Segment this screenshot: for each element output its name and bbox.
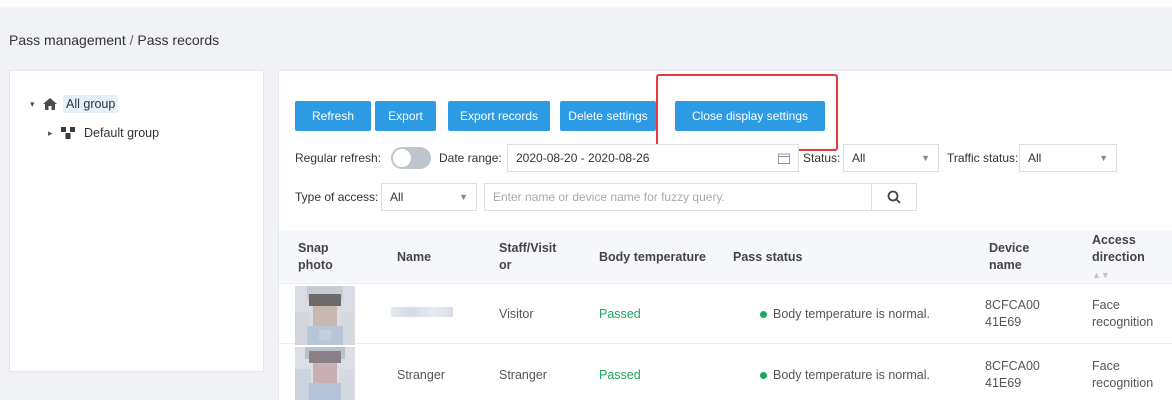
status-dot [760, 372, 767, 380]
breadcrumb-separator: / [129, 32, 134, 48]
table-row[interactable]: Visitor Passed Body temperature is norma… [279, 284, 1172, 346]
snap-photo-image[interactable] [295, 347, 355, 400]
table-row[interactable]: Stranger Stranger Passed Body temperatur… [279, 345, 1172, 400]
caret-down-icon[interactable]: ▾ [30, 99, 42, 110]
breadcrumb-section[interactable]: Pass management [9, 32, 126, 48]
traffic-status-select[interactable]: All ▼ [1019, 144, 1117, 172]
cell-pass-status: Body temperature is normal. [760, 367, 930, 384]
breadcrumb: Pass management / Pass records [9, 32, 219, 48]
breadcrumb-page: Pass records [137, 32, 220, 48]
status-select[interactable]: All ▼ [843, 144, 939, 172]
cell-body-temperature: Passed [599, 307, 641, 321]
tree-item-all-group[interactable]: ▾ All group [30, 95, 119, 113]
status-dot [760, 311, 767, 319]
cell-access-direction: Face recognition [1092, 359, 1154, 390]
refresh-button[interactable]: Refresh [295, 101, 371, 131]
header-snap-photo: Snap photo [298, 241, 333, 272]
traffic-status-value: All [1028, 151, 1042, 165]
cell-access-direction: Face recognition [1092, 298, 1154, 329]
header-access-direction-label: Access direction [1092, 233, 1145, 264]
home-icon [43, 98, 57, 110]
cell-device-name: 8CFCA0041E69 [985, 298, 1040, 329]
type-of-access-select[interactable]: All ▼ [381, 183, 477, 211]
table-header: Snap photo Name Staff/Visitor Body tempe… [279, 230, 1172, 284]
name-redacted [391, 307, 453, 317]
delete-settings-button[interactable]: Delete settings [560, 101, 656, 131]
search-placeholder: Enter name or device name for fuzzy quer… [493, 190, 725, 204]
header-pass-status: Pass status [733, 250, 803, 264]
export-records-button[interactable]: Export records [448, 101, 550, 131]
calendar-icon [778, 153, 790, 164]
chevron-down-icon: ▼ [1099, 153, 1108, 163]
type-of-access-label: Type of access: [295, 190, 379, 204]
chevron-down-icon: ▼ [921, 153, 930, 163]
pass-status-text: Body temperature is normal. [773, 307, 931, 321]
header-staff-visitor: Staff/Visitor [499, 241, 557, 272]
cell-name: Stranger [397, 368, 445, 382]
caret-right-icon[interactable]: ▸ [48, 128, 60, 139]
header-body-temperature: Body temperature [599, 250, 706, 264]
cell-staff-visitor: Stranger [499, 368, 547, 382]
export-button[interactable]: Export [375, 101, 436, 131]
tree-item-label: All group [63, 95, 119, 113]
status-value: All [852, 151, 866, 165]
group-tree-panel: ▾ All group ▸ Default group [9, 70, 264, 372]
search-input[interactable]: Enter name or device name for fuzzy quer… [484, 183, 872, 211]
sort-icon[interactable]: ▲▼ [1092, 270, 1110, 280]
status-label: Status: [803, 151, 841, 165]
search-icon [887, 190, 901, 204]
regular-refresh-label: Regular refresh: [295, 151, 382, 165]
top-bar [0, 0, 1172, 7]
search-button[interactable] [871, 183, 917, 211]
cell-pass-status: Body temperature is normal. [760, 306, 930, 323]
pass-records-panel: Refresh Export Export records Delete set… [278, 70, 1172, 400]
cell-staff-visitor: Visitor [499, 307, 534, 321]
snap-photo-image[interactable] [295, 286, 355, 346]
tree-item-default-group[interactable]: ▸ Default group [48, 124, 162, 142]
chevron-down-icon: ▼ [459, 192, 468, 202]
tree-item-label: Default group [84, 126, 160, 140]
cell-body-temperature: Passed [599, 368, 641, 382]
traffic-status-label: Traffic status: [947, 151, 1019, 165]
header-device-name: Device name [989, 241, 1030, 272]
type-of-access-value: All [390, 190, 404, 204]
header-access-direction[interactable]: Access direction ▲▼ [1092, 232, 1152, 284]
cell-device-name: 8CFCA0041E69 [985, 359, 1040, 390]
pass-status-text: Body temperature is normal. [773, 368, 931, 382]
group-icon [61, 127, 75, 139]
regular-refresh-toggle[interactable] [391, 147, 431, 169]
header-name: Name [397, 250, 432, 264]
date-range-picker[interactable]: 2020-08-20 - 2020-08-26 [507, 144, 799, 172]
date-range-value: 2020-08-20 - 2020-08-26 [516, 151, 650, 165]
close-display-settings-button[interactable]: Close display settings [675, 101, 825, 131]
date-range-label: Date range: [439, 151, 502, 165]
toggle-knob [393, 149, 411, 167]
